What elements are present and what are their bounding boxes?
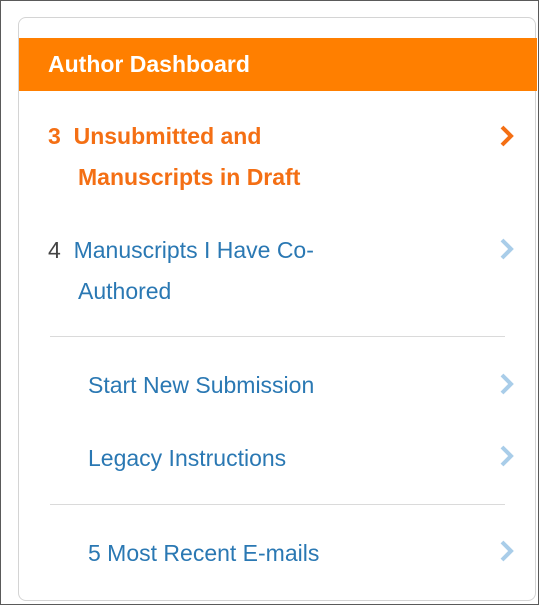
divider [50,336,505,337]
item-label-line1: Manuscripts I Have Co- [73,237,314,263]
item-label-line1: Unsubmitted and [73,123,262,149]
item-label-line2: Authored [78,278,172,304]
item-count: 4 [48,237,61,263]
chevron-right-icon[interactable] [497,124,517,148]
chevron-right-icon[interactable] [497,237,517,261]
dashboard-title: Author Dashboard [48,51,250,77]
dashboard-item-unsubmitted[interactable]: 3 Unsubmitted and Manuscripts in Draft [48,116,488,198]
chevron-right-icon[interactable] [497,372,517,396]
dashboard-header: Author Dashboard [19,38,537,91]
start-new-submission-link[interactable]: Start New Submission [88,370,314,400]
chevron-right-icon[interactable] [497,444,517,468]
item-count: 3 [48,123,61,149]
item-label-line2: Manuscripts in Draft [78,164,301,190]
chevron-right-icon[interactable] [497,539,517,563]
recent-emails-link[interactable]: 5 Most Recent E-mails [88,538,319,568]
divider [50,504,505,505]
dashboard-item-coauthored[interactable]: 4 Manuscripts I Have Co- Authored [48,230,488,312]
legacy-instructions-link[interactable]: Legacy Instructions [88,443,286,473]
